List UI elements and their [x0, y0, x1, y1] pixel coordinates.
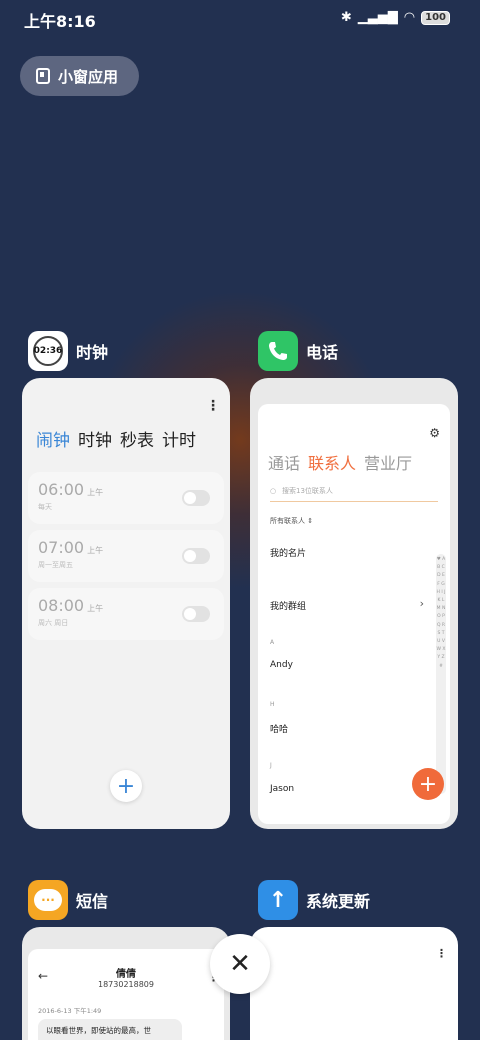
contact-row[interactable]: Jason: [270, 784, 294, 794]
phone-app-name: 电话: [306, 343, 339, 362]
my-groups-row[interactable]: 我的群组: [270, 599, 306, 612]
tab-service-hall[interactable]: 营业厅: [364, 450, 412, 474]
contact-row[interactable]: 哈哈: [270, 722, 288, 735]
small-window-label: 小窗应用: [58, 67, 119, 86]
update-app-card[interactable]: ⋮: [250, 927, 458, 1040]
phone-app-card[interactable]: ⚙ 通话 联系人 营业厅 搜索13位联系人 所有联系人 ⇕ 我的名片 我的群组 …: [250, 378, 458, 829]
conversation-name: 倩倩: [116, 969, 136, 980]
conversation-number: 18730218809: [98, 980, 154, 989]
tab-calls[interactable]: 通话: [268, 450, 300, 474]
arrow-up-icon: ↑: [268, 887, 288, 913]
sms-app-content: ← 倩倩 18730218809 ⋮ 2016-6-13 下午1:49 以眼看世…: [28, 949, 224, 1040]
small-window-icon: [36, 68, 50, 84]
more-options-icon[interactable]: ⋮: [206, 398, 220, 414]
more-options-icon[interactable]: ⋮: [436, 947, 447, 960]
alarm-toggle[interactable]: [182, 490, 210, 506]
phone-icon: [269, 342, 287, 360]
tab-clock[interactable]: 时钟: [78, 426, 112, 451]
clear-all-close-button[interactable]: ✕: [210, 934, 270, 994]
alarm-ampm: 上午: [87, 604, 104, 613]
phone-app-header[interactable]: 电话: [258, 331, 338, 371]
sms-app-name: 短信: [76, 892, 109, 911]
tab-alarm[interactable]: 闹钟: [36, 426, 70, 451]
chat-bubble-icon: ···: [34, 889, 62, 911]
battery-icon: 100: [421, 10, 450, 25]
alarm-item[interactable]: 06:00 上午 每天: [28, 472, 224, 524]
contact-row[interactable]: Andy: [270, 660, 293, 670]
clock-app-card[interactable]: ⋮ 闹钟 时钟 秒表 计时 06:00 上午 每天 07:00 上午 周一至周五 0…: [22, 378, 230, 829]
clock-app-name: 时钟: [76, 343, 109, 362]
alarm-item[interactable]: 08:00 上午 周六 周日: [28, 588, 224, 640]
alarm-repeat: 周六 周日: [38, 619, 69, 627]
tab-timer[interactable]: 计时: [162, 426, 196, 451]
signal-icon: ▁▃▅▇: [357, 10, 398, 25]
status-bar: 上午8:16 ✱ ▁▃▅▇ ◠ 100: [0, 0, 480, 36]
bluetooth-icon: ✱: [340, 10, 352, 25]
alarm-time: 07:00: [38, 538, 85, 557]
clock-tabs: 闹钟 时钟 秒表 计时: [36, 426, 196, 451]
status-time: 上午8:16: [24, 12, 96, 31]
chevron-right-icon: ›: [419, 597, 424, 610]
tab-contacts[interactable]: 联系人: [308, 450, 356, 474]
add-alarm-button[interactable]: +: [110, 770, 142, 802]
message-bubble: 以眼看世界，即使站的最高，世: [38, 1019, 182, 1040]
alarm-time: 08:00: [38, 596, 85, 615]
my-card-row[interactable]: 我的名片: [270, 546, 306, 559]
update-app-name: 系统更新: [306, 892, 371, 911]
settings-gear-icon[interactable]: ⚙: [429, 426, 440, 440]
message-timestamp: 2016-6-13 下午1:49: [38, 1007, 102, 1015]
update-app-header[interactable]: ↑ 系统更新: [258, 880, 370, 920]
update-app-icon: ↑: [258, 880, 298, 920]
alarm-repeat: 周一至周五: [38, 561, 73, 569]
alarm-time: 06:00: [38, 480, 85, 499]
contact-search-input[interactable]: 搜索13位联系人: [270, 486, 438, 502]
status-icons: ✱ ▁▃▅▇ ◠ 100: [341, 10, 450, 25]
section-letter: A: [270, 639, 275, 646]
alarm-toggle[interactable]: [182, 606, 210, 622]
phone-app-content: ⚙ 通话 联系人 营业厅 搜索13位联系人 所有联系人 ⇕ 我的名片 我的群组 …: [258, 404, 450, 824]
section-letter: J: [270, 762, 272, 769]
tab-stopwatch[interactable]: 秒表: [120, 426, 154, 451]
sms-app-icon: ···: [28, 880, 68, 920]
all-contacts-filter[interactable]: 所有联系人 ⇕: [270, 516, 313, 526]
alarm-ampm: 上午: [87, 488, 104, 497]
clock-app-icon: 02:36: [28, 331, 68, 371]
wifi-icon: ◠: [403, 10, 416, 25]
phone-app-icon: [258, 331, 298, 371]
alphabet-index[interactable]: ♥ A B C D E F G H I J K L M N O P Q R S …: [436, 554, 446, 794]
alarm-repeat: 每天: [38, 503, 52, 511]
alarm-ampm: 上午: [87, 546, 104, 555]
section-letter: H: [270, 701, 275, 708]
add-contact-button[interactable]: +: [412, 768, 444, 800]
sms-app-card[interactable]: ← 倩倩 18730218809 ⋮ 2016-6-13 下午1:49 以眼看世…: [22, 927, 230, 1040]
clock-app-header[interactable]: 02:36 时钟: [28, 331, 108, 371]
phone-tabs: 通话 联系人 营业厅: [268, 450, 412, 474]
small-window-apps-button[interactable]: 小窗应用: [20, 56, 139, 96]
alarm-toggle[interactable]: [182, 548, 210, 564]
sms-app-header[interactable]: ··· 短信: [28, 880, 108, 920]
alarm-item[interactable]: 07:00 上午 周一至周五: [28, 530, 224, 582]
